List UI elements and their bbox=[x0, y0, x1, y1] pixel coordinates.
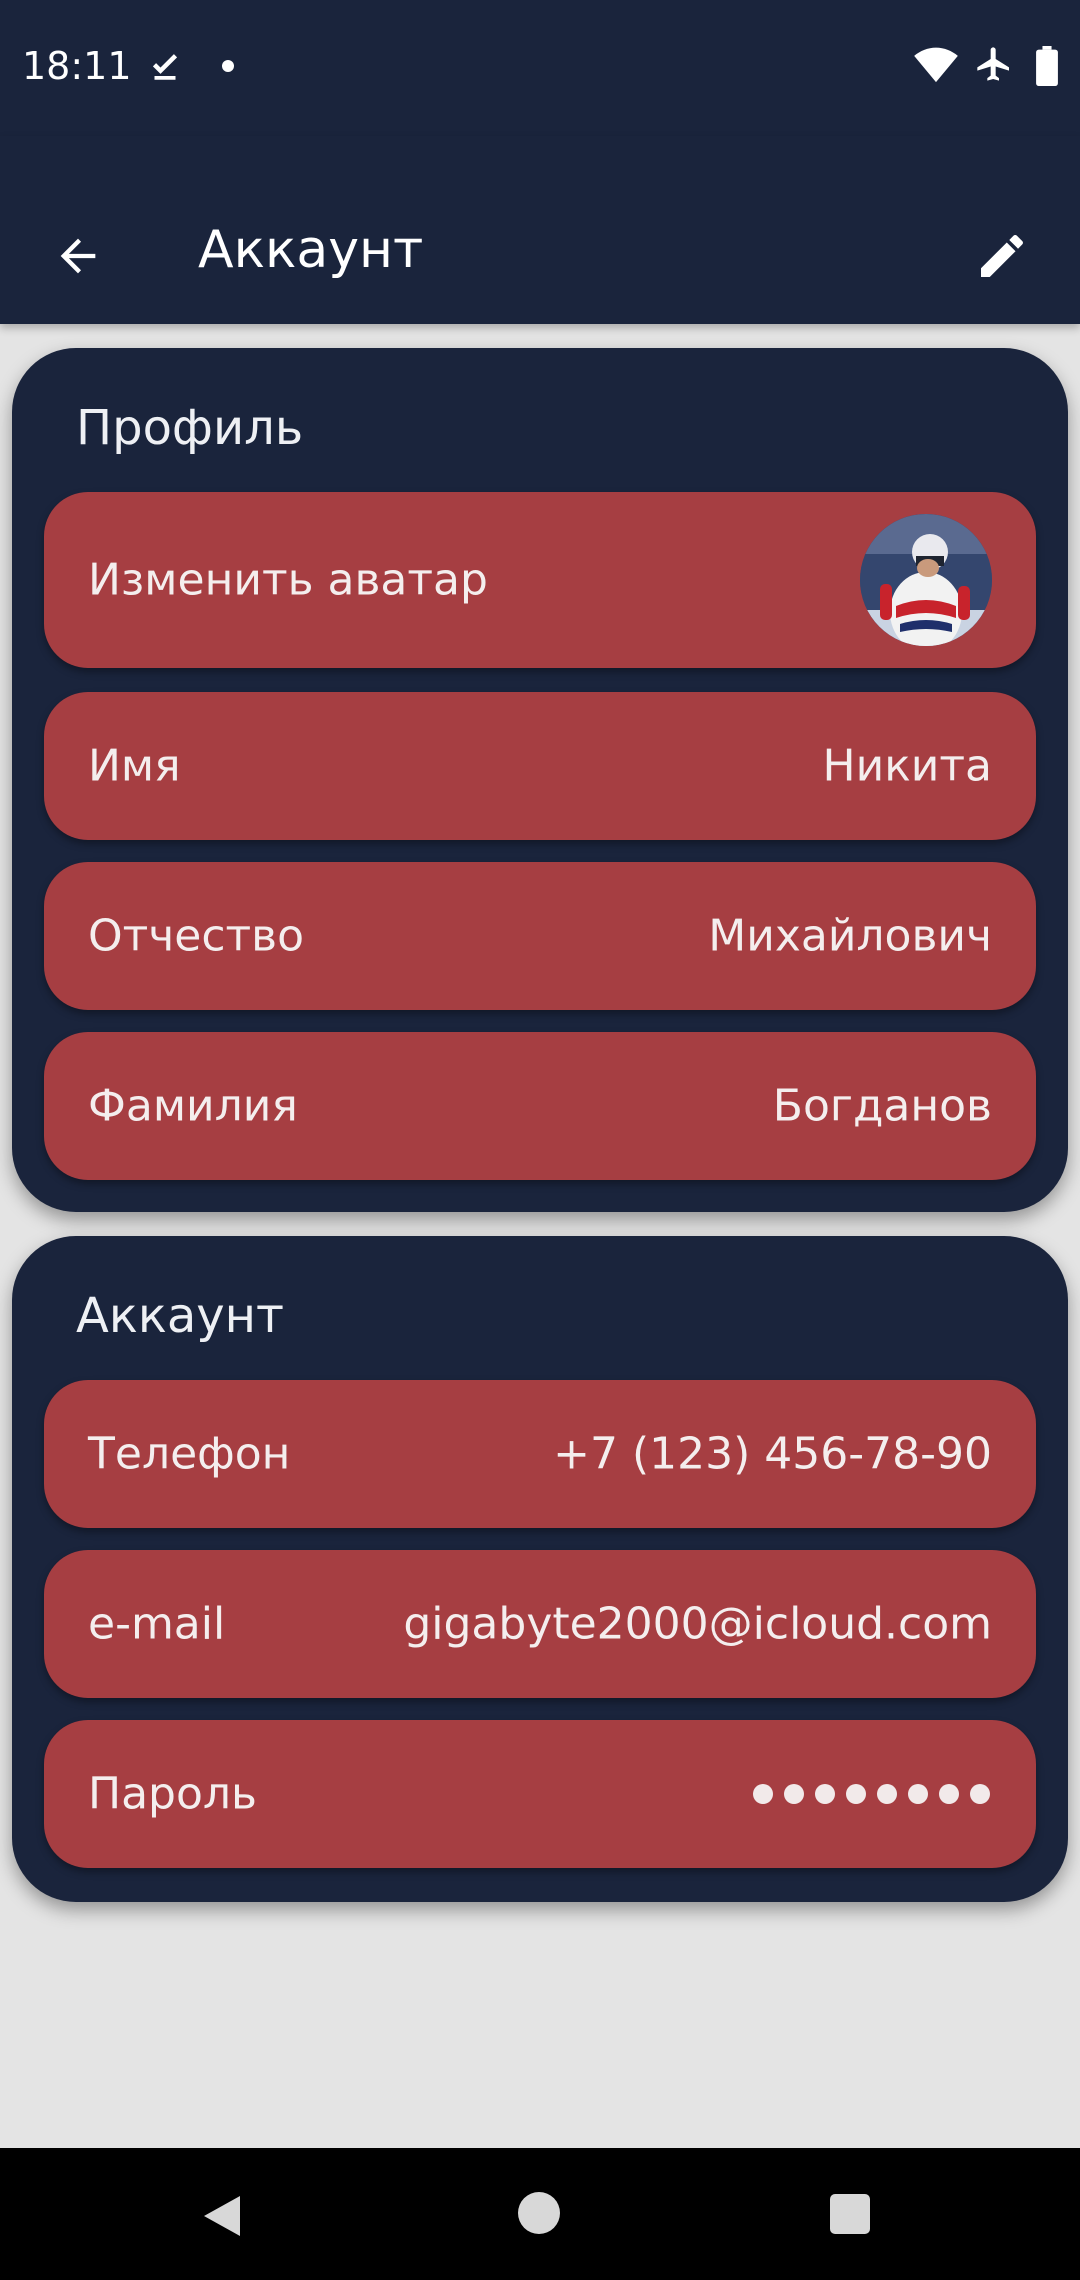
pencil-edit-icon bbox=[981, 234, 1023, 277]
arrow-back-icon bbox=[60, 238, 96, 274]
email-row[interactable]: e-mail gigabyte2000@icloud.com bbox=[44, 1550, 1036, 1698]
status-bar: 18:11 bbox=[0, 0, 1080, 136]
app-bar: Аккаунт bbox=[0, 136, 1080, 324]
password-dot bbox=[846, 1784, 866, 1804]
patronymic-value: Михайлович bbox=[708, 910, 992, 962]
password-dot bbox=[784, 1784, 804, 1804]
change-avatar-row[interactable]: Изменить аватар bbox=[44, 492, 1036, 668]
account-section-title: Аккаунт bbox=[76, 1288, 284, 1344]
password-mask bbox=[753, 1784, 990, 1804]
airplane-mode-icon bbox=[977, 47, 1009, 81]
avatar-image bbox=[860, 514, 992, 646]
nav-recents-icon[interactable] bbox=[830, 2194, 870, 2234]
password-dot bbox=[877, 1784, 897, 1804]
password-dot bbox=[970, 1784, 990, 1804]
password-dot bbox=[815, 1784, 835, 1804]
avatar[interactable] bbox=[860, 514, 992, 646]
profile-section-title: Профиль bbox=[76, 400, 304, 456]
patronymic-row[interactable]: Отчество Михайлович bbox=[44, 862, 1036, 1010]
phone-label: Телефон bbox=[88, 1428, 291, 1480]
patronymic-label: Отчество bbox=[88, 910, 305, 962]
password-row[interactable]: Пароль bbox=[44, 1720, 1036, 1868]
profile-card: Профиль Изменить аватар Имя Никита Отчес… bbox=[12, 348, 1068, 1212]
email-value: gigabyte2000@icloud.com bbox=[403, 1598, 992, 1650]
system-nav-bar bbox=[0, 2148, 1080, 2280]
password-dot bbox=[908, 1784, 928, 1804]
first-name-row[interactable]: Имя Никита bbox=[44, 692, 1036, 840]
wifi-icon bbox=[914, 47, 958, 83]
password-dot bbox=[939, 1784, 959, 1804]
check-download-icon bbox=[152, 54, 178, 80]
back-button[interactable] bbox=[38, 216, 118, 296]
change-avatar-label: Изменить аватар bbox=[88, 554, 488, 606]
first-name-value: Никита bbox=[822, 740, 992, 792]
battery-icon bbox=[1036, 46, 1058, 86]
first-name-label: Имя bbox=[88, 740, 181, 792]
notification-dot-icon bbox=[222, 60, 234, 72]
status-time: 18:11 bbox=[22, 44, 132, 88]
last-name-value: Богданов bbox=[772, 1080, 992, 1132]
phone-row[interactable]: Телефон +7 (123) 456-78-90 bbox=[44, 1380, 1036, 1528]
last-name-row[interactable]: Фамилия Богданов bbox=[44, 1032, 1036, 1180]
email-label: e-mail bbox=[88, 1598, 226, 1650]
page-title: Аккаунт bbox=[198, 220, 424, 280]
password-dot bbox=[753, 1784, 773, 1804]
edit-button[interactable] bbox=[962, 216, 1042, 296]
password-label: Пароль bbox=[88, 1768, 257, 1820]
last-name-label: Фамилия bbox=[88, 1080, 298, 1132]
account-card: Аккаунт Телефон +7 (123) 456-78-90 e-mai… bbox=[12, 1236, 1068, 1902]
nav-back-icon[interactable] bbox=[200, 2192, 244, 2240]
phone-value: +7 (123) 456-78-90 bbox=[553, 1428, 992, 1480]
nav-home-icon[interactable] bbox=[518, 2192, 560, 2234]
